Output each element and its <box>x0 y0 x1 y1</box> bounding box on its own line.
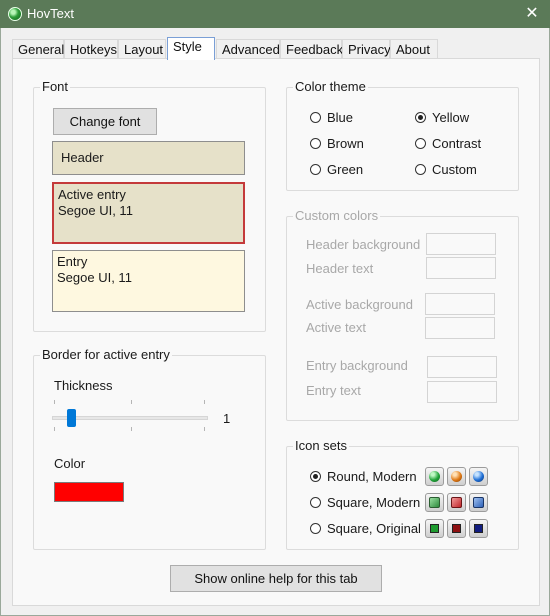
active-entry-preview[interactable]: Active entry Segoe UI, 11 <box>52 182 245 244</box>
theme-green-radio[interactable]: Green <box>310 162 390 178</box>
theme-brown-radio[interactable]: Brown <box>310 136 390 152</box>
slider-tick <box>204 400 205 404</box>
radio-icon <box>310 138 321 149</box>
radio-icon <box>310 164 321 175</box>
icons-square-modern-label: Square, Modern <box>327 495 421 510</box>
window-title: HovText <box>27 6 74 21</box>
active-entry-font: Segoe UI, 11 <box>58 203 133 218</box>
theme-blue-radio[interactable]: Blue <box>310 110 390 126</box>
blue-square-icon <box>469 493 488 512</box>
close-icon[interactable]: ✕ <box>514 0 550 28</box>
icons-round-modern-label: Round, Modern <box>327 469 417 484</box>
border-group-title: Border for active entry <box>40 347 172 362</box>
blue-orb-icon <box>469 467 488 486</box>
entry-text-label: Entry text <box>306 383 361 398</box>
entry-preview[interactable]: Entry Segoe UI, 11 <box>52 250 245 312</box>
radio-icon <box>415 164 426 175</box>
tab-hotkeys[interactable]: Hotkeys <box>64 39 118 59</box>
red-square-icon <box>447 493 466 512</box>
icon-sets-group: Icon sets Round, Modern Square, Modern S… <box>286 438 519 550</box>
theme-yellow-radio[interactable]: Yellow <box>415 110 495 126</box>
header-text-label: Header text <box>306 261 374 276</box>
tab-layout[interactable]: Layout <box>118 39 166 59</box>
font-group-title: Font <box>40 79 71 94</box>
header-background-swatch <box>426 233 496 255</box>
settings-window: General Hotkeys Layout Style Advanced Fe… <box>0 28 550 616</box>
tab-privacy[interactable]: Privacy <box>342 39 391 59</box>
thickness-value: 1 <box>223 411 231 426</box>
color-theme-group: Color theme Blue Yellow Brown Contrast G… <box>286 79 519 191</box>
slider-tick <box>54 427 55 431</box>
custom-colors-title: Custom colors <box>293 208 381 223</box>
orange-orb-icon <box>447 467 466 486</box>
slider-tick <box>131 427 132 431</box>
green-box-icon <box>425 519 444 538</box>
entry-label: Entry <box>57 254 88 269</box>
title-bar: HovText ✕ <box>0 0 550 28</box>
header-preview[interactable]: Header <box>52 141 245 175</box>
active-background-swatch <box>425 293 495 315</box>
tab-general[interactable]: General <box>12 39 64 59</box>
theme-blue-label: Blue <box>327 110 354 125</box>
active-background-label: Active background <box>306 297 413 312</box>
color-theme-title: Color theme <box>293 79 368 94</box>
darkred-box-icon <box>447 519 466 538</box>
radio-icon <box>310 523 321 534</box>
font-group: Font Change font Header Active entry Seg… <box>33 79 266 332</box>
theme-contrast-radio[interactable]: Contrast <box>415 136 495 152</box>
tab-advanced[interactable]: Advanced <box>216 39 280 59</box>
active-text-label: Active text <box>306 320 366 335</box>
icon-sets-title: Icon sets <box>293 438 350 453</box>
slider-tick <box>204 427 205 431</box>
theme-contrast-label: Contrast <box>432 136 482 151</box>
header-background-label: Header background <box>306 237 421 252</box>
icons-square-original-label: Square, Original <box>327 521 421 536</box>
active-text-swatch <box>425 317 495 339</box>
slider-thumb[interactable] <box>67 409 76 427</box>
navy-box-icon <box>469 519 488 538</box>
icons-square-modern-radio[interactable]: Square, Modern <box>310 495 425 511</box>
change-font-button[interactable]: Change font <box>53 108 157 135</box>
online-help-button[interactable]: Show online help for this tab <box>170 565 382 592</box>
color-label: Color <box>54 456 86 471</box>
entry-text-swatch <box>427 381 497 403</box>
radio-checked-icon <box>415 112 426 123</box>
tab-style[interactable]: Style <box>167 37 215 60</box>
green-square-icon <box>425 493 444 512</box>
tab-about[interactable]: About <box>390 39 438 59</box>
radio-icon <box>415 138 426 149</box>
entry-background-label: Entry background <box>306 358 408 373</box>
hovtext-app-icon <box>8 7 22 21</box>
custom-colors-group: Custom colors Header background Header t… <box>286 208 519 421</box>
theme-yellow-label: Yellow <box>432 110 470 125</box>
active-entry-label: Active entry <box>58 187 126 202</box>
radio-icon <box>310 112 321 123</box>
radio-icon <box>310 497 321 508</box>
tab-feedback[interactable]: Feedback <box>280 39 343 59</box>
header-text-swatch <box>426 257 496 279</box>
theme-brown-label: Brown <box>327 136 364 151</box>
thickness-label: Thickness <box>54 378 113 393</box>
radio-checked-icon <box>310 471 321 482</box>
theme-custom-radio[interactable]: Custom <box>415 162 495 178</box>
icons-round-modern-radio[interactable]: Round, Modern <box>310 469 425 485</box>
theme-green-label: Green <box>327 162 364 177</box>
green-orb-icon <box>425 467 444 486</box>
entry-background-swatch <box>427 356 497 378</box>
border-group: Border for active entry Thickness 1 Colo… <box>33 347 266 550</box>
theme-custom-label: Custom <box>432 162 477 177</box>
icons-square-original-radio[interactable]: Square, Original <box>310 521 425 537</box>
border-color-swatch[interactable] <box>54 482 124 502</box>
style-tab-panel: Font Change font Header Active entry Seg… <box>12 58 540 606</box>
slider-tick <box>54 400 55 404</box>
entry-font: Segoe UI, 11 <box>57 270 132 285</box>
slider-tick <box>131 400 132 404</box>
